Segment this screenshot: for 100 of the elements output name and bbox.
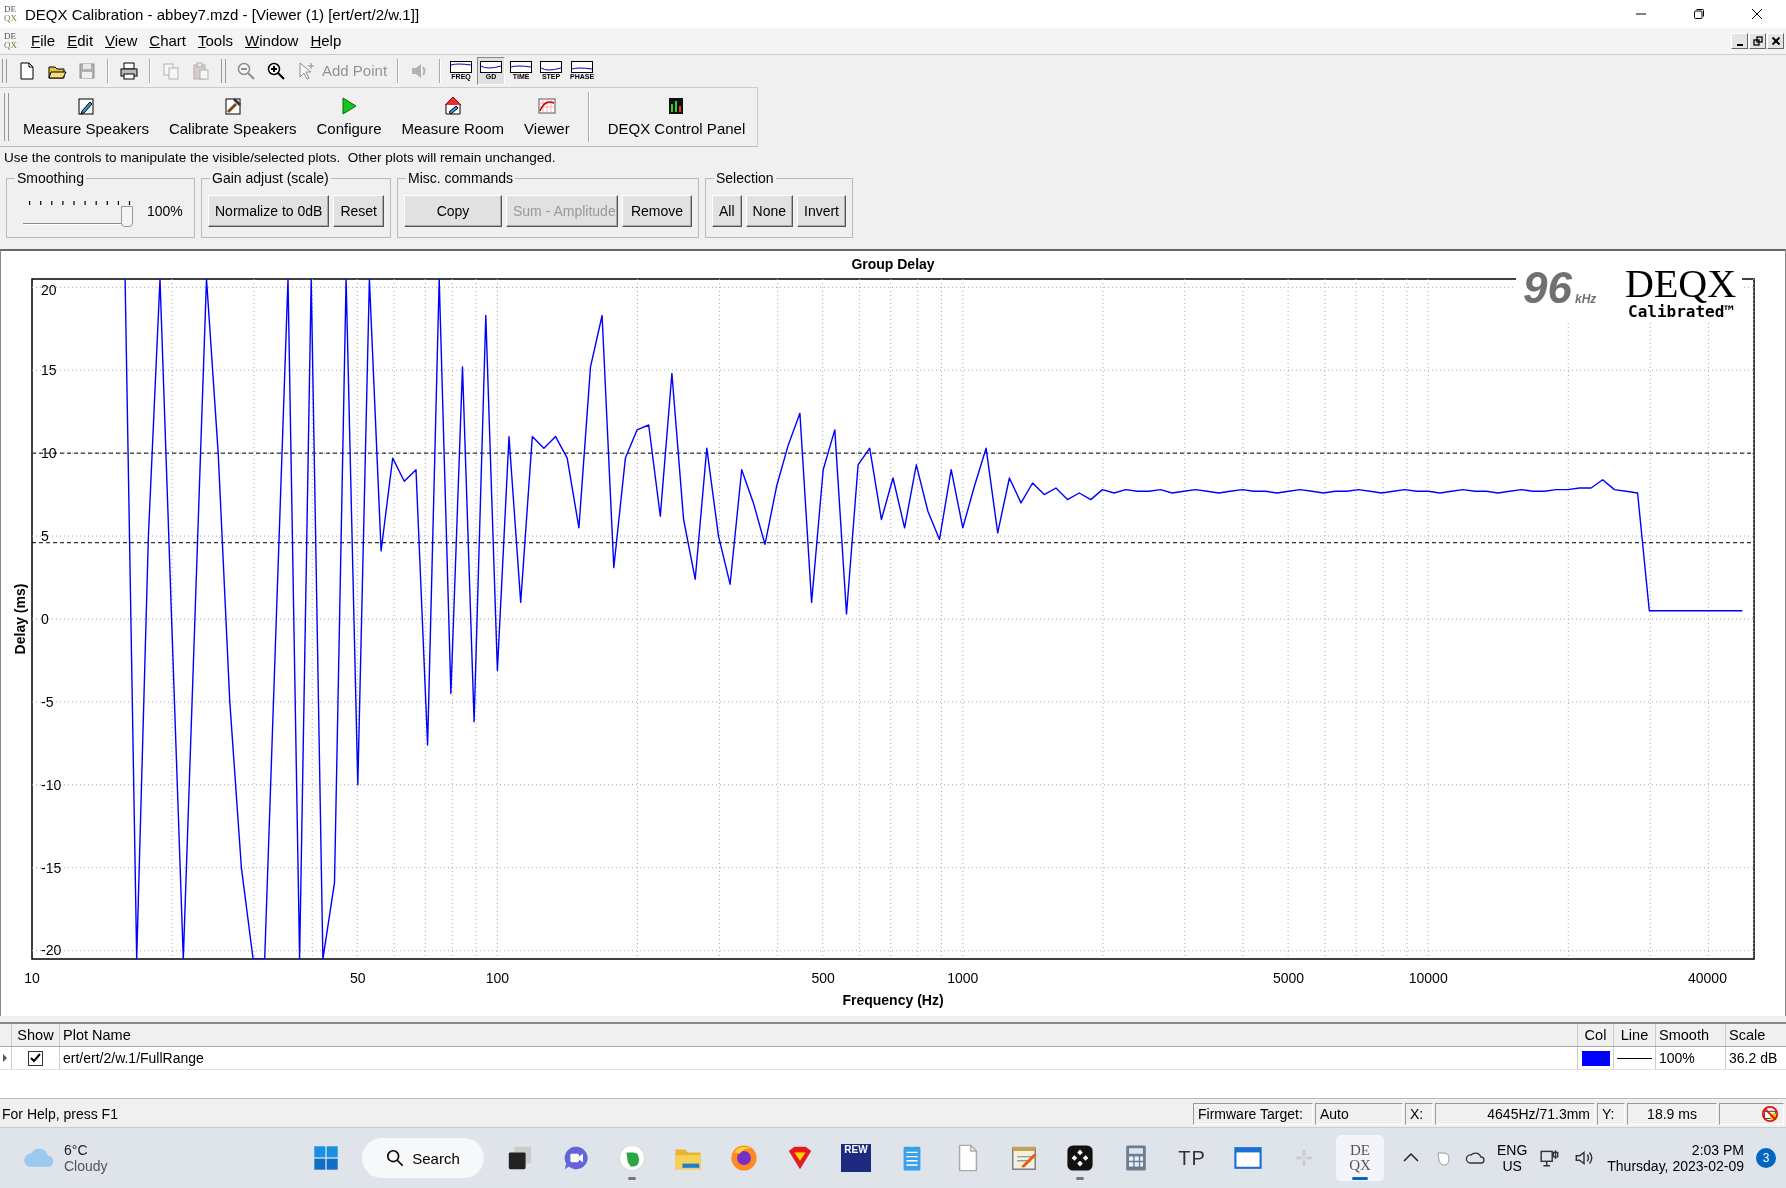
- play-icon: [339, 96, 359, 117]
- tick-label: -5: [41, 693, 54, 710]
- menu-item[interactable]: Help: [304, 30, 348, 52]
- window-title: DEQX Calibration - abbey7.mzd - [Viewer (1) [ert/ert/2/w.1]]: [25, 5, 421, 23]
- menu-item[interactable]: Edit: [61, 30, 100, 52]
- app-logo: REW: [841, 1144, 871, 1173]
- launch-button[interactable]: DEQX Control Panel: [597, 94, 756, 140]
- language-indicator[interactable]: ENG: [1496, 1142, 1528, 1159]
- windows-icon: [313, 1145, 339, 1172]
- push-button[interactable]: Remove: [621, 194, 692, 227]
- launch-button[interactable]: Measure Speakers: [13, 94, 159, 140]
- tick-label: 20: [41, 281, 57, 298]
- tick-label: -20: [41, 941, 62, 958]
- status-field: Firmware Target:: [1193, 1103, 1313, 1126]
- tick-label: 100: [485, 969, 510, 986]
- taskbar-button[interactable]: REW: [832, 1135, 880, 1182]
- taskbar-button[interactable]: TP: [1168, 1135, 1216, 1182]
- search-button[interactable]: Search: [362, 1138, 484, 1179]
- chart-title: Group Delay: [851, 255, 935, 272]
- clock-time[interactable]: 2:03 PM: [1691, 1142, 1744, 1159]
- menu-item[interactable]: Chart: [143, 30, 192, 52]
- unit-label: kHz: [1575, 291, 1597, 306]
- zoom-in-icon: [266, 60, 286, 81]
- status-field: 4645Hz/71.3mm: [1435, 1103, 1595, 1126]
- hint-text: Use the controls to manipulate the visible/selected plots. Other plots will remain unchanged.: [3, 148, 557, 167]
- restore-icon: [1752, 36, 1763, 46]
- column-header[interactable]: Show: [12, 1024, 60, 1047]
- launch-button[interactable]: Configure: [306, 94, 392, 140]
- group-title: Selection: [713, 169, 776, 186]
- push-button[interactable]: Normalize to 0dB: [208, 194, 330, 227]
- app-icon: DE QX: [4, 32, 17, 50]
- app-logo: DE QX: [1348, 1143, 1372, 1174]
- graph-icon: [510, 60, 533, 73]
- tick-label: 500: [811, 969, 835, 986]
- tick-label: 10000: [1408, 969, 1448, 986]
- column-header[interactable]: Plot Name: [60, 1024, 1578, 1047]
- house-icon: [442, 96, 463, 117]
- search-icon: [386, 1149, 405, 1168]
- notification-badge[interactable]: 3: [1756, 1148, 1776, 1169]
- launch-button[interactable]: Viewer: [514, 94, 580, 140]
- column-header[interactable]: Scale: [1726, 1024, 1786, 1047]
- menu-item[interactable]: Window: [239, 30, 305, 52]
- group-title: Gain adjust (scale): [210, 169, 331, 186]
- status-field: 18.9 ms: [1627, 1103, 1717, 1126]
- push-button[interactable]: Reset: [333, 194, 384, 227]
- table-cell: 100%: [1656, 1047, 1726, 1070]
- language-indicator[interactable]: US: [1502, 1158, 1522, 1175]
- weather-condition: Cloudy: [64, 1158, 108, 1175]
- checkbox[interactable]: [28, 1050, 43, 1066]
- color-swatch[interactable]: [1581, 1050, 1610, 1066]
- line-sample: [1617, 1057, 1652, 1059]
- globe-icon: [730, 1144, 758, 1173]
- group-title: Smoothing: [15, 169, 86, 186]
- new-file-icon: [17, 60, 37, 81]
- printer-icon: [119, 60, 139, 81]
- push-button[interactable]: All: [711, 194, 742, 227]
- menu-item[interactable]: View: [99, 30, 144, 52]
- clipboard-icon: [191, 60, 211, 81]
- axis-title: Delay (ms): [12, 583, 28, 655]
- tick-label: 15: [41, 362, 57, 379]
- tick-label: 1000: [947, 969, 979, 986]
- table-cell: ert/ert/2/w.1/FullRange: [60, 1047, 1578, 1070]
- launch-button[interactable]: Measure Room: [391, 94, 515, 140]
- hammer-icon: [222, 96, 243, 117]
- launch-button[interactable]: Calibrate Speakers: [158, 94, 307, 140]
- slider-value: 100%: [147, 202, 183, 219]
- minimize-icon: [1635, 13, 1647, 15]
- tick-label: 50: [350, 969, 366, 986]
- push-button[interactable]: Copy: [403, 194, 502, 227]
- push-button[interactable]: None: [745, 194, 793, 227]
- diamonds-icon: [1066, 1144, 1094, 1173]
- clock-date[interactable]: Thursday, 2023-02-09: [1607, 1158, 1744, 1175]
- pen-icon: [75, 96, 96, 117]
- status-field: Auto: [1315, 1103, 1403, 1126]
- zoom-out-icon: [236, 60, 256, 81]
- graph-icon: [450, 60, 473, 73]
- push-button[interactable]: Invert: [797, 194, 846, 227]
- tick-label: -15: [41, 859, 62, 876]
- column-header[interactable]: Col: [1578, 1024, 1614, 1047]
- column-header[interactable]: Smooth: [1656, 1024, 1726, 1047]
- cursor-icon: [296, 60, 316, 81]
- tick-label: 5000: [1273, 969, 1305, 986]
- column-header[interactable]: Line: [1614, 1024, 1656, 1047]
- chart-icon: [536, 96, 557, 117]
- status-field: X:: [1405, 1103, 1433, 1126]
- close-button[interactable]: [1767, 33, 1784, 49]
- menu-item[interactable]: Tools: [192, 30, 240, 52]
- graph-icon: [480, 60, 503, 73]
- tick-label: -10: [41, 776, 62, 793]
- weather-temperature: 6°C: [64, 1142, 89, 1159]
- status-field: Y:: [1597, 1103, 1625, 1126]
- axis-title: Frequency (Hz): [842, 991, 944, 1008]
- tick-label: 0: [41, 610, 49, 627]
- menu-item[interactable]: File: [25, 30, 62, 52]
- restore-button[interactable]: [1749, 33, 1766, 49]
- tick-label: 40000: [1688, 969, 1727, 986]
- taskbar-button[interactable]: DE QX: [1336, 1135, 1384, 1182]
- minimize-button[interactable]: [1731, 33, 1748, 49]
- copy-icon: [161, 60, 181, 81]
- slider-thumb[interactable]: [121, 205, 133, 227]
